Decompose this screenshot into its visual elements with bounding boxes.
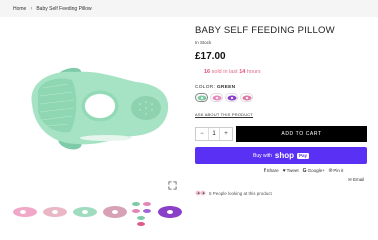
- thumbnail-light[interactable]: [43, 207, 67, 217]
- google-plus-icon: G: [302, 168, 307, 174]
- share-facebook[interactable]: fShare: [264, 168, 279, 174]
- sold-count: 16: [204, 69, 211, 75]
- color-value: GREEN: [216, 85, 236, 90]
- breadcrumb-current: Baby Self Feeding Pillow: [36, 5, 92, 12]
- color-swatches: [195, 93, 253, 102]
- shop-logo: shop: [274, 151, 294, 160]
- share-twitter-label: Tweet: [286, 168, 299, 173]
- quantity-input[interactable]: 1: [208, 128, 220, 140]
- quantity-stepper: − 1 +: [195, 127, 233, 141]
- quantity-plus-button[interactable]: +: [220, 131, 232, 137]
- thumbnail-multi[interactable]: [132, 202, 151, 226]
- sold-middle-text: sold in last: [211, 69, 238, 75]
- share-email-label: Email: [353, 177, 365, 182]
- product-main-image[interactable]: [8, 26, 186, 196]
- share-google[interactable]: GGoogle+: [303, 168, 325, 174]
- share-twitter[interactable]: ♥Tweet: [283, 168, 299, 174]
- expand-arrows-icon[interactable]: [168, 181, 177, 190]
- buy-with-text: Buy with: [252, 152, 272, 159]
- color-label: COLOR: GREEN: [195, 85, 235, 90]
- thumbnail-green[interactable]: [73, 207, 97, 217]
- pay-badge: Pay: [297, 152, 310, 159]
- swatch-rose-image: [242, 95, 251, 100]
- eyes-icon: [195, 190, 206, 196]
- sold-hours: 14: [239, 69, 246, 75]
- thumbnail-rose[interactable]: [103, 206, 127, 218]
- color-label-text: COLOR:: [195, 85, 216, 90]
- swatch-purple[interactable]: [225, 93, 238, 102]
- thumbnail-pink[interactable]: [13, 207, 37, 217]
- facebook-icon: f: [264, 168, 266, 174]
- breadcrumb: Home › Baby Self Feeding Pillow: [0, 0, 378, 17]
- add-to-cart-button[interactable]: ADD TO CART: [236, 126, 367, 142]
- breadcrumb-home-link[interactable]: Home: [13, 6, 26, 12]
- looking-text: 5 People looking at this product: [209, 190, 272, 196]
- stock-status: In Stock: [195, 40, 212, 45]
- ask-about-product-link[interactable]: ASK ABOUT THIS PRODUCT: [195, 112, 253, 117]
- share-google-label: Google+: [307, 168, 325, 173]
- pinterest-icon: ℗: [328, 168, 333, 174]
- swatch-rose[interactable]: [240, 93, 253, 102]
- thumbnail-purple[interactable]: [158, 206, 182, 218]
- share-facebook-label: Share: [266, 168, 279, 173]
- product-title: BABY SELF FEEDING PILLOW: [195, 25, 335, 36]
- swatch-pink[interactable]: [210, 93, 223, 102]
- swatch-purple-image: [227, 95, 236, 100]
- swatch-pink-image: [212, 95, 221, 100]
- sold-counter: 16 sold in last 14 hours: [204, 69, 261, 75]
- share-links: fShare ♥Tweet GGoogle+ ℗Pin it ✉ Email: [264, 168, 370, 182]
- shop-pay-button[interactable]: Buy with shop Pay: [195, 147, 367, 164]
- share-pinterest-label: Pin it: [333, 168, 344, 173]
- share-pinterest[interactable]: ℗Pin it: [329, 168, 344, 174]
- share-email[interactable]: ✉ Email: [348, 177, 364, 183]
- twitter-icon: ♥: [282, 168, 286, 174]
- looking-counter: 5 People looking at this product: [195, 190, 272, 196]
- swatch-green-image: [197, 95, 206, 100]
- quantity-minus-button[interactable]: −: [196, 131, 208, 137]
- swatch-green[interactable]: [195, 93, 208, 102]
- product-price: £17.00: [195, 51, 226, 62]
- email-icon: ✉: [348, 177, 352, 182]
- sold-suffix-text: hours: [246, 69, 261, 75]
- product-thumbnails: [13, 202, 182, 226]
- breadcrumb-separator: ›: [30, 5, 33, 12]
